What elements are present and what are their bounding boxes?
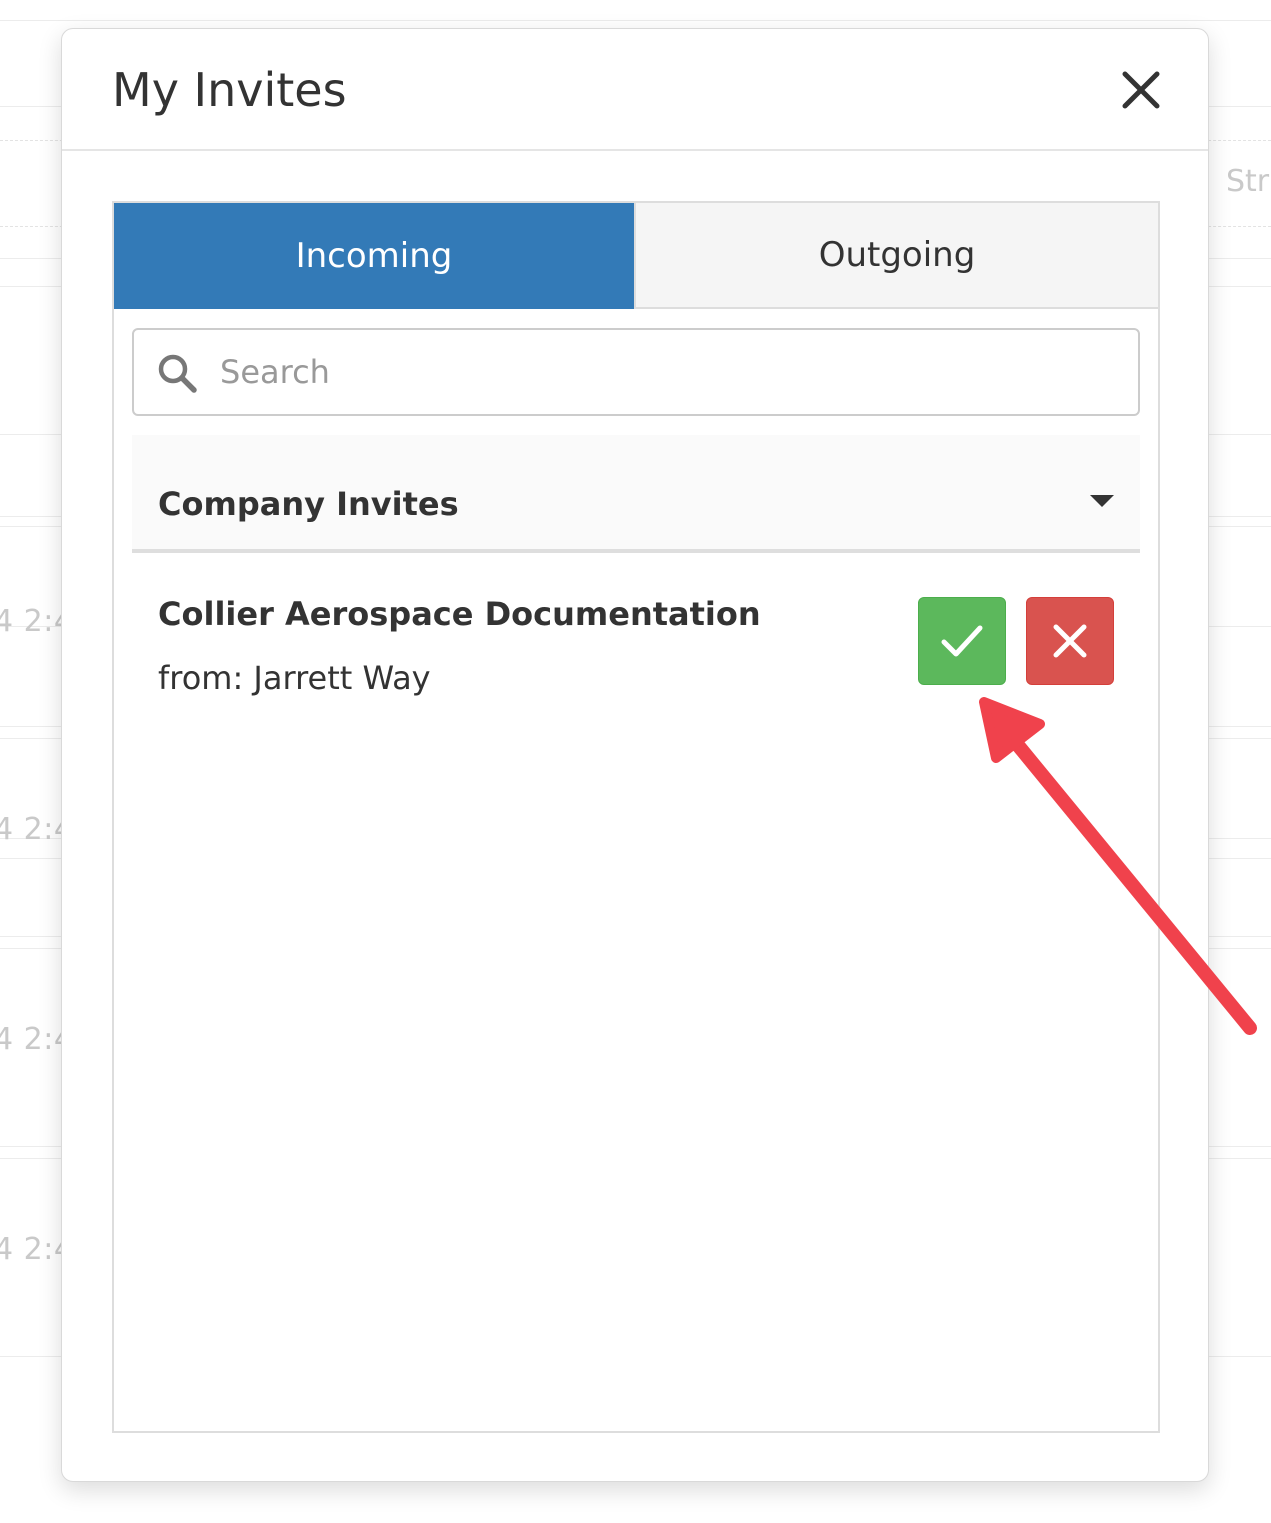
caret-down-icon (1090, 495, 1114, 507)
check-icon (941, 625, 983, 657)
my-invites-modal: My Invites Incoming Outgoing Company Inv… (61, 28, 1209, 1482)
tab-incoming[interactable]: Incoming (114, 203, 634, 309)
tab-outgoing[interactable]: Outgoing (634, 203, 1158, 309)
modal-header: My Invites (62, 29, 1208, 151)
background-column-header: Stru (1226, 164, 1271, 199)
invite-tabs: Incoming Outgoing (114, 203, 1158, 309)
background-divider (0, 20, 1271, 21)
decline-invite-button[interactable] (1026, 597, 1114, 685)
search-box (132, 328, 1140, 416)
close-button[interactable] (1116, 65, 1166, 115)
invite-list-item: Collier Aerospace Documentation from: Ja… (132, 573, 1140, 703)
invites-panel: Incoming Outgoing Company Invites Collie… (112, 201, 1160, 1433)
invite-sender: from: Jarrett Way (158, 659, 431, 697)
search-icon (158, 354, 197, 393)
company-invites-section-header[interactable]: Company Invites (132, 435, 1140, 553)
section-title: Company Invites (158, 485, 459, 523)
search-input[interactable] (220, 330, 1120, 414)
x-icon (1053, 624, 1087, 658)
invite-name: Collier Aerospace Documentation (158, 595, 761, 633)
modal-title: My Invites (112, 63, 347, 117)
close-icon (1122, 71, 1160, 109)
accept-invite-button[interactable] (918, 597, 1006, 685)
